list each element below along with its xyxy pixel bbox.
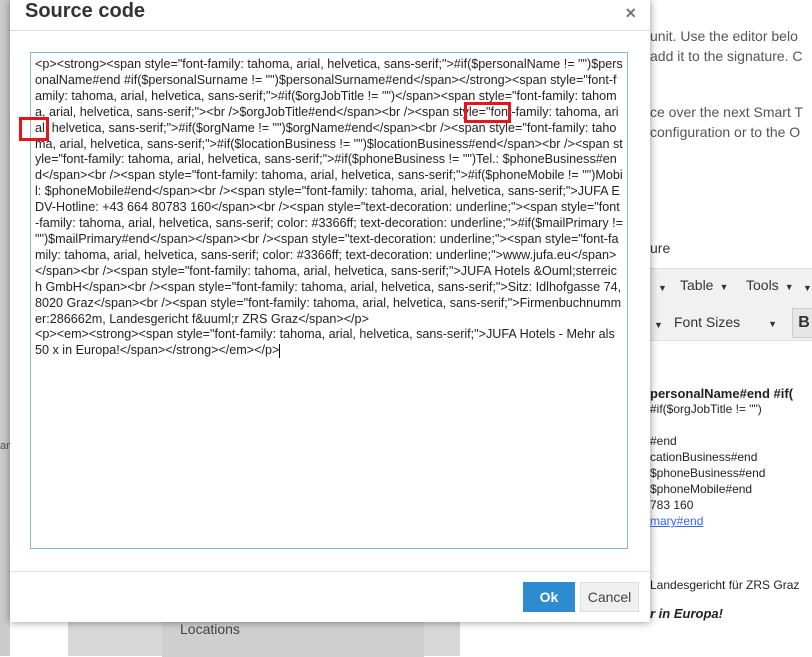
source-code-dialog: Source code × <p><strong><span style="fo… — [10, 0, 650, 622]
chevron-down-icon: ▼ — [719, 282, 729, 292]
bg-signature-line-10: r in Europa! — [650, 606, 723, 621]
bg-signature-line-6: $phoneMobile#end — [650, 482, 753, 496]
bg-instruction-line-1: unit. Use the editor belo — [650, 28, 798, 44]
bg-toolbar-caret[interactable]: ▼ — [648, 315, 663, 331]
chevron-down-icon: ▼ — [768, 319, 778, 329]
bg-menu-caret[interactable]: ▼ — [652, 278, 667, 294]
ok-button[interactable]: Ok — [523, 582, 575, 612]
close-icon[interactable]: × — [625, 3, 636, 24]
dialog-header: Source code × — [10, 0, 650, 30]
bg-section-label: ure — [650, 240, 671, 256]
bg-menu-more[interactable]: ▼ — [797, 278, 812, 294]
dialog-title: Source code — [25, 0, 146, 22]
bold-button[interactable]: B — [792, 308, 812, 338]
bg-menu-tools[interactable]: Tools ▼ — [746, 277, 794, 293]
bg-font-sizes-select[interactable]: Font Sizes ▼ — [674, 314, 777, 330]
source-code-textarea[interactable]: <p><strong><span style="font-family: tah… — [30, 52, 628, 549]
bg-signature-line-9: Landesgericht für ZRS Graz — [650, 578, 800, 592]
bg-instruction-line-2: add it to the signature. C — [650, 48, 803, 64]
bg-left-edge-text: ar — [0, 440, 10, 452]
sidebar-item-locations[interactable]: Locations — [180, 621, 240, 637]
bg-signature-line-7: 783 160 — [650, 498, 694, 512]
chevron-down-icon: ▼ — [784, 282, 794, 292]
bg-signature-line-3: #end — [650, 434, 677, 448]
highlight-box-br-tag — [464, 102, 511, 123]
highlight-box-br-close — [19, 117, 49, 141]
text-cursor — [279, 343, 281, 358]
bg-signature-line-2: #if($orgJobTitle != "") — [650, 402, 762, 416]
bg-signature-line-1: personalName#end #if( — [650, 386, 794, 401]
bg-signature-line-5: $phoneBusiness#end — [650, 466, 766, 480]
bg-signature-mail-link[interactable]: mary#end — [650, 514, 703, 528]
bg-instruction-line-3: ce over the next Smart T — [650, 104, 804, 120]
dialog-body: <p><strong><span style="font-family: tah… — [10, 30, 650, 572]
dialog-footer: Ok Cancel — [10, 571, 650, 622]
source-code-text: <p><strong><span style="font-family: tah… — [35, 57, 624, 358]
cancel-button[interactable]: Cancel — [580, 582, 639, 612]
background-left-strip — [0, 0, 10, 656]
bg-menu-table[interactable]: Table ▼ — [680, 277, 728, 293]
bg-instruction-line-4: configuration or to the O — [650, 124, 801, 140]
bg-signature-line-4: cationBusiness#end — [650, 450, 758, 464]
